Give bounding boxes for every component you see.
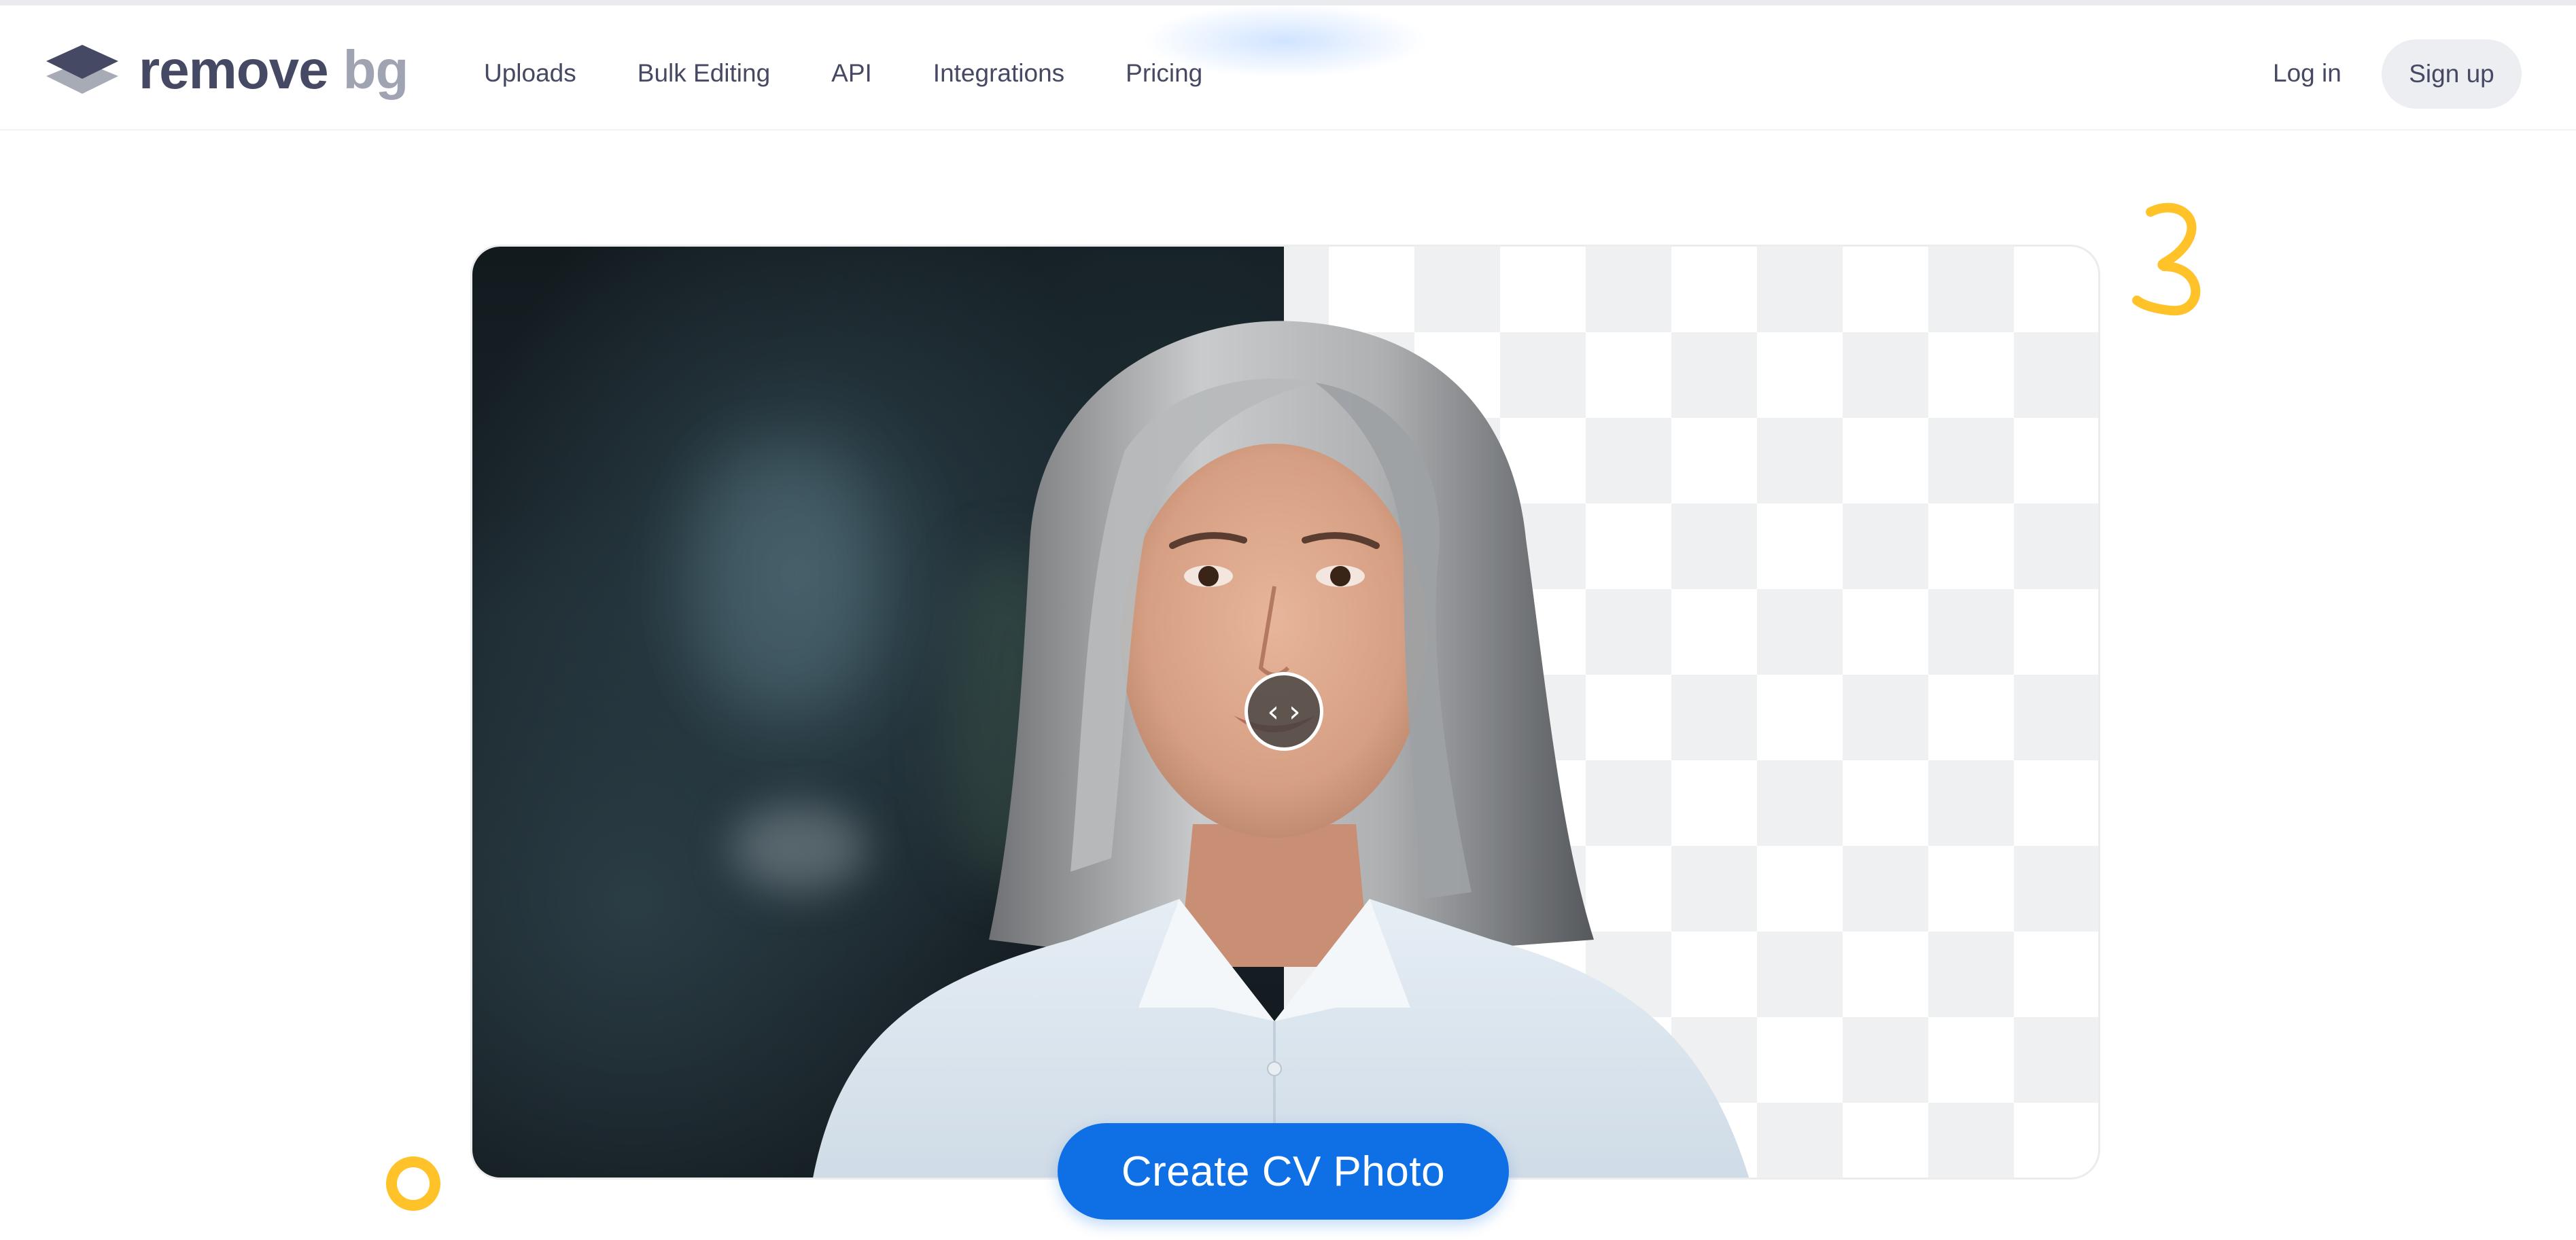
nav-uploads[interactable]: Uploads	[484, 53, 576, 94]
logo-link[interactable]: remove bg	[45, 39, 408, 101]
signup-button[interactable]: Sign up	[2382, 39, 2522, 109]
create-cv-photo-button[interactable]: Create CV Photo	[1058, 1123, 1509, 1220]
before-after-comparison: ‹ ›	[470, 245, 2100, 1180]
ring-decoration	[386, 1156, 440, 1211]
header-glow-decoration	[1142, 3, 1427, 78]
logo-wordmark: remove bg	[139, 43, 408, 97]
login-link[interactable]: Log in	[2273, 53, 2342, 94]
layers-icon	[45, 41, 120, 100]
logo-word-bg: bg	[343, 39, 409, 100]
nav-api[interactable]: API	[831, 53, 872, 94]
main-nav: Uploads Bulk Editing API Integrations Pr…	[484, 53, 1202, 94]
chevron-left-right-icon[interactable]: ‹ ›	[1245, 672, 1323, 751]
chevron-left-icon: ‹	[1267, 694, 1279, 729]
nav-integrations[interactable]: Integrations	[933, 53, 1064, 94]
squiggle-decoration	[2132, 202, 2201, 316]
nav-bulk-editing[interactable]: Bulk Editing	[638, 53, 770, 94]
logo-word-remove: remove	[139, 39, 329, 100]
chevron-right-icon: ›	[1289, 694, 1301, 729]
